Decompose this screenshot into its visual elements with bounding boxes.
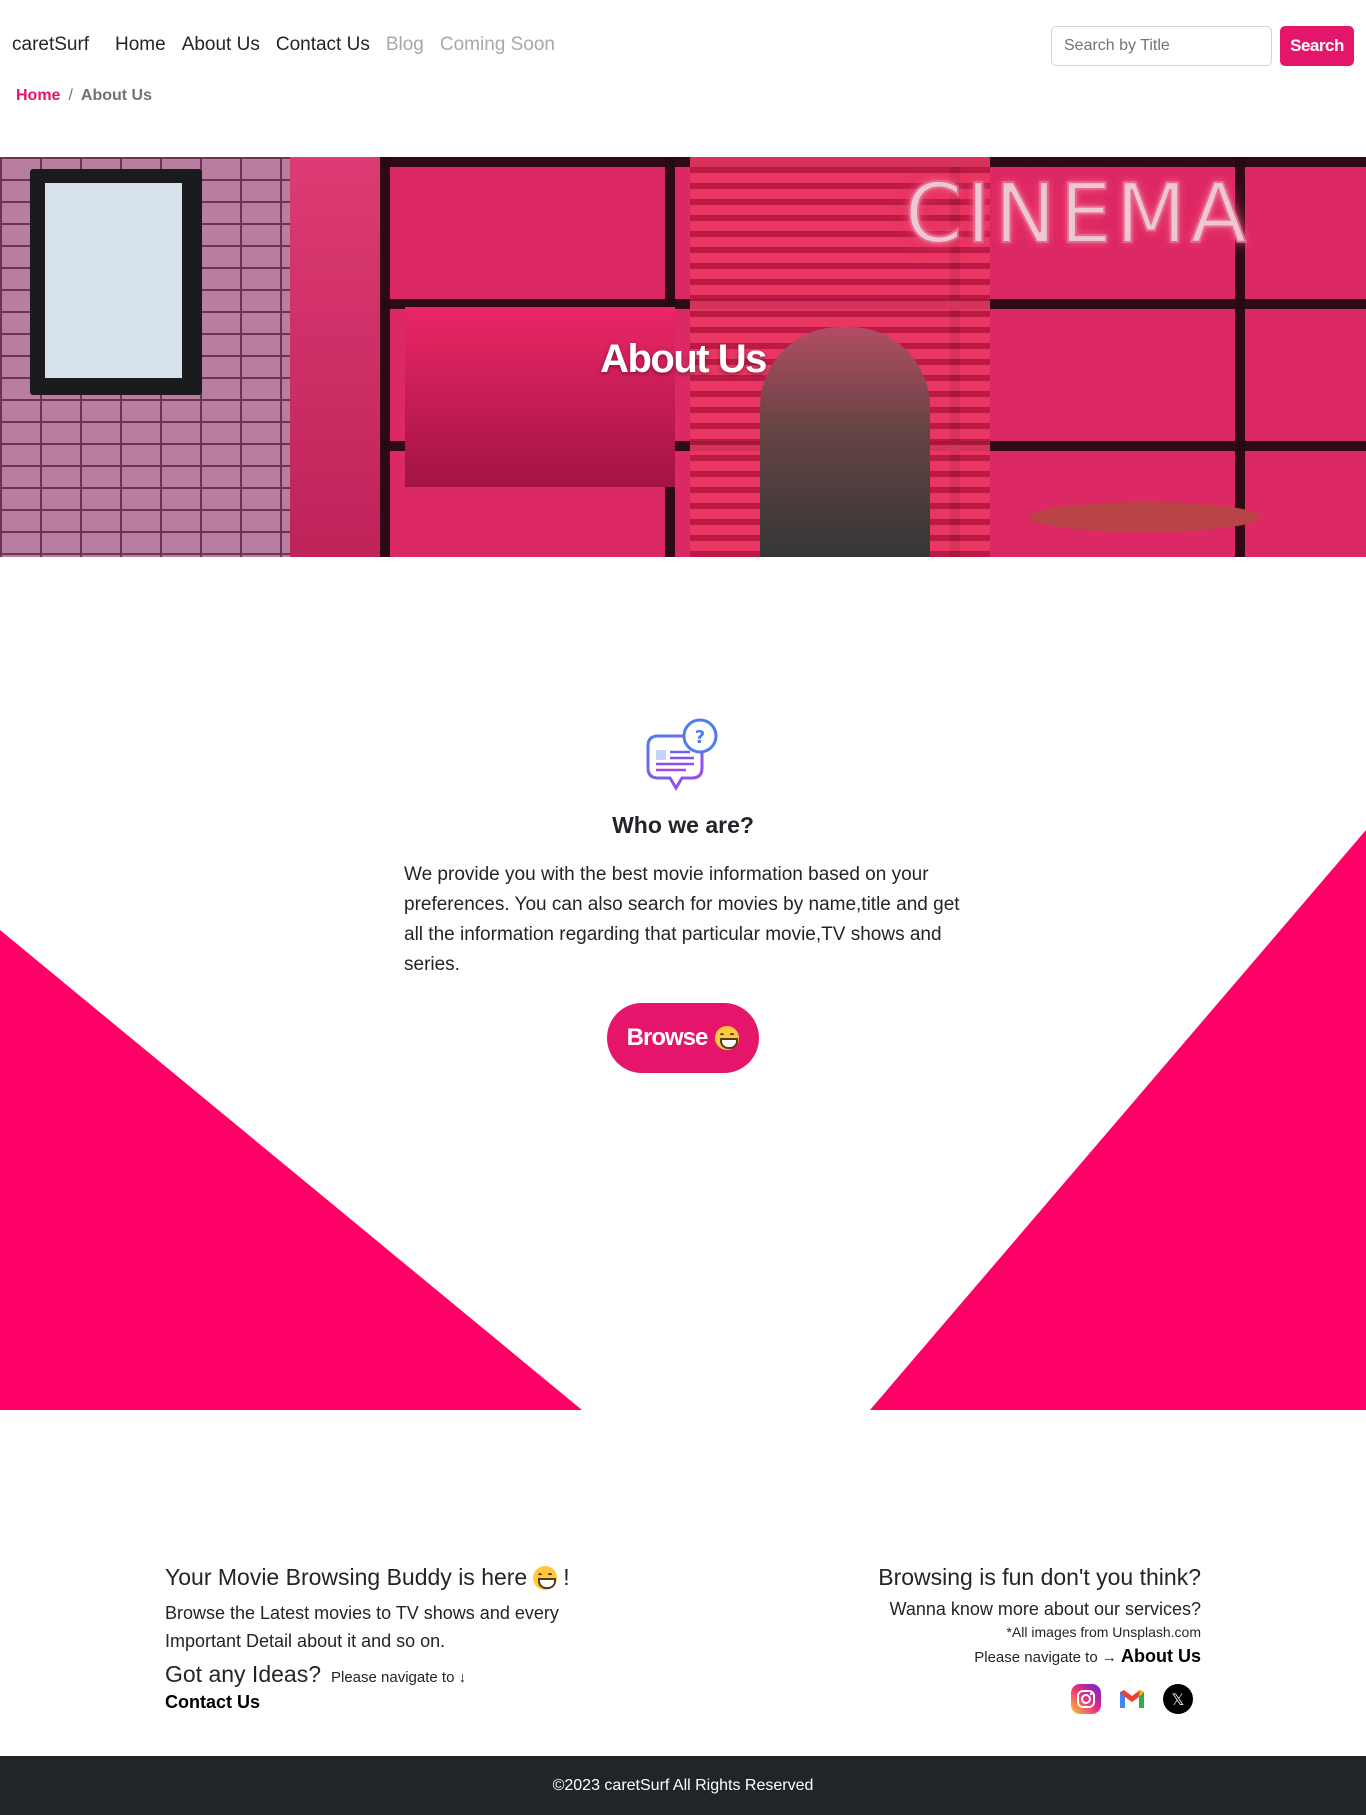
- footer-left-heading: Your Movie Browsing Buddy is here !: [165, 1564, 570, 1590]
- footer-contact-link[interactable]: Contact Us: [165, 1692, 625, 1713]
- x-icon[interactable]: 𝕏: [1163, 1684, 1193, 1714]
- grin-emoji-icon: [533, 1565, 558, 1590]
- nav-coming-soon-link: Coming Soon: [439, 34, 555, 55]
- footer-left-text: Browse the Latest movies to TV shows and…: [165, 1603, 559, 1651]
- footer-image-credit: *All images from Unsplash.com: [1006, 1624, 1201, 1640]
- nav-contact-link[interactable]: Contact Us: [276, 34, 370, 56]
- gmail-icon[interactable]: [1117, 1684, 1147, 1714]
- footer-ideas-heading: Got any Ideas?: [165, 1661, 321, 1687]
- search-button[interactable]: Search: [1280, 26, 1354, 66]
- grin-emoji-icon: [715, 1026, 740, 1050]
- footer-ideas: Got any Ideas? Please navigate to ↓: [165, 1661, 625, 1688]
- about-heading: Who we are?: [612, 812, 754, 838]
- navbar: caretSurf Home About Us Contact Us Blog …: [0, 0, 1366, 92]
- footer-right: Browsing is fun don't you think? Wanna k…: [741, 1564, 1201, 1667]
- breadcrumb-separator: /: [68, 87, 73, 104]
- nav-links: Home About Us Contact Us Blog Coming Soo…: [115, 34, 571, 56]
- breadcrumb-home-link[interactable]: Home: [16, 87, 60, 105]
- footer-left: Your Movie Browsing Buddy is here ! Brow…: [165, 1564, 625, 1713]
- svg-text:?: ?: [695, 727, 705, 748]
- breadcrumb-current: About Us: [80, 87, 153, 104]
- about-description: We provide you with the best movie infor…: [404, 864, 960, 975]
- footer-right-heading: Browsing is fun don't you think?: [878, 1564, 1201, 1590]
- copyright-bar: ©2023 caretSurf All Rights Reserved: [0, 1756, 1366, 1815]
- browse-button[interactable]: Browse: [607, 1003, 759, 1073]
- brand-logo[interactable]: caretSurf: [12, 34, 89, 56]
- nav-home-link[interactable]: Home: [115, 34, 166, 56]
- instagram-icon[interactable]: [1071, 1684, 1101, 1714]
- left-triangle: [0, 930, 582, 1410]
- footer-ideas-hint: Please navigate to ↓: [331, 1669, 467, 1686]
- footer-right-nav: Please navigate to → About Us: [974, 1646, 1201, 1666]
- browse-button-label: Browse: [626, 1024, 709, 1051]
- page-title: About Us: [600, 337, 767, 381]
- footer-right-text: Wanna know more about our services?: [889, 1599, 1201, 1619]
- breadcrumb: Home / About Us: [16, 87, 152, 105]
- social-links: 𝕏: [1071, 1684, 1193, 1714]
- chat-question-icon: ?: [646, 718, 718, 791]
- footer-about-link[interactable]: About Us: [1121, 1646, 1201, 1666]
- nav-about-link[interactable]: About Us: [182, 34, 260, 56]
- nav-blog-link: Blog: [385, 34, 424, 55]
- search-input[interactable]: [1051, 26, 1272, 66]
